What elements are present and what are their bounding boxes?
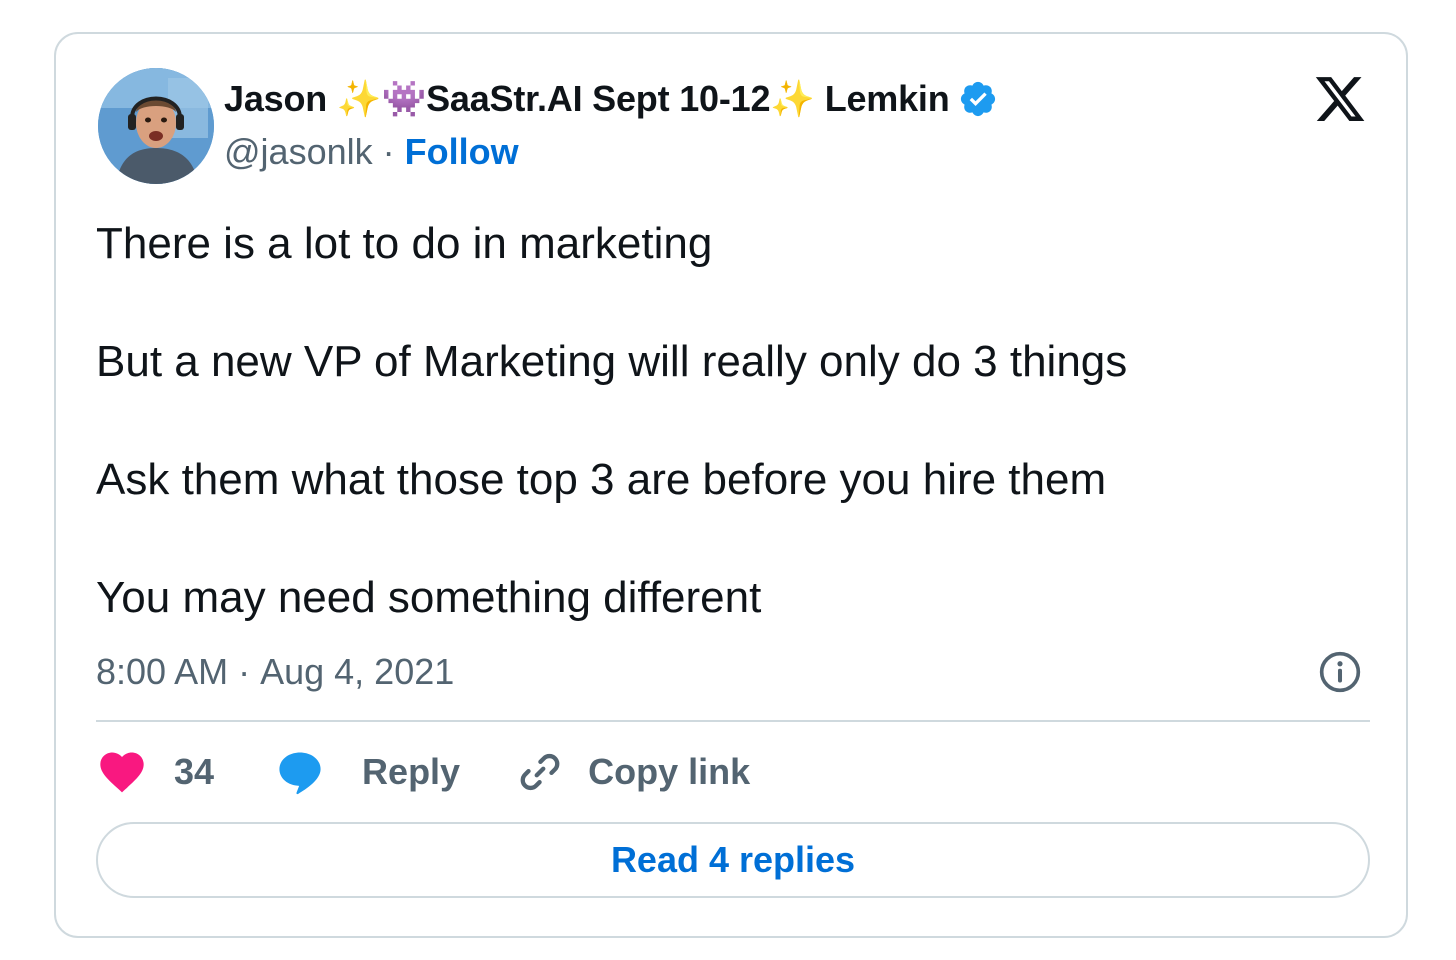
- reply-button[interactable]: Reply: [274, 746, 460, 798]
- tweet-line: But a new VP of Marketing will really on…: [96, 337, 1128, 386]
- speech-bubble-icon: [274, 746, 326, 798]
- reply-label: Reply: [362, 751, 461, 792]
- line-break: [96, 509, 1356, 568]
- info-icon[interactable]: [1318, 650, 1362, 694]
- tweet-line: There is a lot to do in marketing: [96, 219, 713, 268]
- line-break: [96, 273, 1356, 332]
- timestamp-date[interactable]: Aug 4, 2021: [260, 651, 454, 693]
- divider: [96, 720, 1370, 722]
- avatar-image: [98, 68, 214, 184]
- handle-row: @jasonlk · Follow: [224, 130, 519, 174]
- heart-icon: [96, 746, 148, 798]
- link-icon: [514, 746, 566, 798]
- tweet-text: There is a lot to do in marketing But a …: [96, 214, 1356, 627]
- x-logo-icon[interactable]: [1312, 72, 1368, 126]
- read-replies-button[interactable]: Read 4 replies: [96, 822, 1370, 898]
- author-handle[interactable]: @jasonlk: [224, 131, 373, 173]
- tweet-timestamp[interactable]: 8:00 AM · Aug 4, 2021: [96, 648, 454, 696]
- timestamp-time[interactable]: 8:00 AM: [96, 651, 228, 693]
- verified-badge-icon: [958, 79, 998, 119]
- copy-link-button[interactable]: Copy link: [514, 746, 750, 798]
- tweet-line: You may need something different: [96, 573, 762, 622]
- tweet-line: Ask them what those top 3 are before you…: [96, 455, 1107, 504]
- like-button[interactable]: 34: [96, 746, 214, 798]
- copy-link-label: Copy link: [588, 751, 751, 792]
- handle-separator: ·: [382, 131, 395, 172]
- avatar[interactable]: [98, 68, 214, 184]
- tweet-card: Jason ✨👾SaaStr.AI Sept 10-12✨ Lemkin @ja…: [54, 32, 1408, 938]
- display-name[interactable]: Jason ✨👾SaaStr.AI Sept 10-12✨ Lemkin: [224, 78, 950, 120]
- tweet-actions: 34 Reply Copy link: [96, 746, 750, 798]
- follow-link[interactable]: Follow: [405, 131, 519, 173]
- like-count: 34: [174, 751, 215, 792]
- timestamp-separator: ·: [238, 651, 251, 692]
- author-name-row[interactable]: Jason ✨👾SaaStr.AI Sept 10-12✨ Lemkin: [224, 76, 998, 122]
- line-break: [96, 391, 1356, 450]
